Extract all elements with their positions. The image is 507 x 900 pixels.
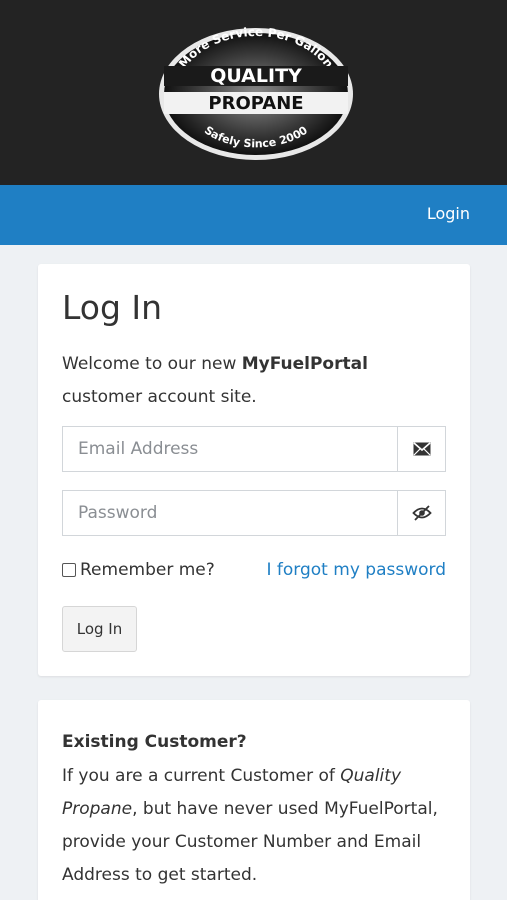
login-button[interactable]: Log In [62, 606, 137, 652]
password-input-group [62, 490, 446, 536]
nav-login-link[interactable]: Login [427, 204, 470, 223]
svg-text:QUALITY: QUALITY [210, 65, 302, 87]
remember-me-checkbox[interactable] [62, 563, 76, 577]
quality-propane-logo: More Service Per Gallon QUALITY PROPANE … [159, 26, 353, 160]
eye-slash-icon[interactable] [397, 491, 445, 535]
welcome-text: Welcome to our new MyFuelPortal customer… [62, 354, 368, 407]
page-title: Log In [62, 288, 163, 327]
envelope-icon [397, 427, 445, 471]
remember-me[interactable]: Remember me? [62, 560, 215, 580]
password-input[interactable] [63, 491, 398, 535]
existing-customer-text: If you are a current Customer of Quality… [62, 766, 438, 885]
forgot-password-link[interactable]: I forgot my password [267, 560, 447, 580]
login-card: Log In Welcome to our new MyFuelPortal c… [38, 264, 470, 676]
existing-customer-title: Existing Customer? [62, 732, 247, 752]
email-input[interactable] [63, 427, 398, 471]
svg-text:PROPANE: PROPANE [208, 93, 303, 114]
brand-header: More Service Per Gallon QUALITY PROPANE … [0, 0, 507, 185]
existing-customer-card: Existing Customer? If you are a current … [38, 700, 470, 900]
remember-me-label: Remember me? [80, 560, 215, 580]
email-input-group [62, 426, 446, 472]
top-nav-bar: Login [0, 185, 507, 245]
portal-name: MyFuelPortal [241, 354, 368, 374]
